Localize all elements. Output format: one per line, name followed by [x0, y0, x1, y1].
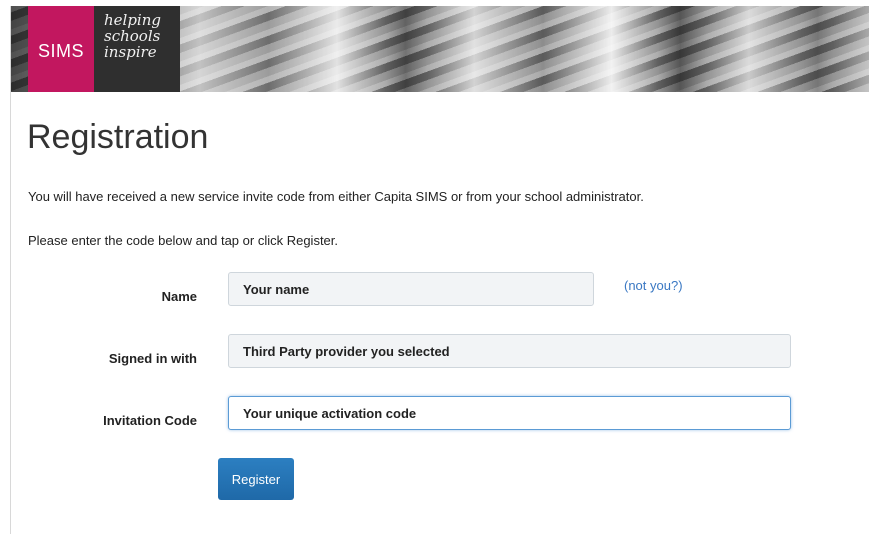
invitation-code-label: Invitation Code — [103, 413, 197, 428]
tagline-line-2: schools — [104, 27, 161, 45]
signed-in-with-field[interactable] — [228, 334, 791, 368]
tagline: helping schools inspire — [94, 6, 180, 92]
header-banner: SIMS helping schools inspire — [11, 6, 869, 92]
intro-text-1: You will have received a new service inv… — [28, 189, 644, 204]
sims-logo: SIMS — [28, 6, 94, 92]
signed-in-with-label: Signed in with — [108, 351, 197, 366]
intro-text-2: Please enter the code below and tap or c… — [28, 233, 339, 248]
logo-text: SIMS — [37, 40, 84, 61]
name-field[interactable] — [228, 272, 594, 306]
name-label: Name — [161, 289, 197, 304]
tagline-line-3: inspire — [104, 43, 157, 61]
invitation-code-field[interactable] — [228, 396, 791, 430]
register-button[interactable]: Register — [218, 458, 294, 500]
tagline-line-1: helping — [104, 11, 161, 29]
page-title: Registration — [27, 118, 209, 156]
registration-page: SIMS helping schools inspire Registratio… — [10, 6, 871, 534]
not-you-link[interactable]: (not you?) — [624, 278, 683, 293]
